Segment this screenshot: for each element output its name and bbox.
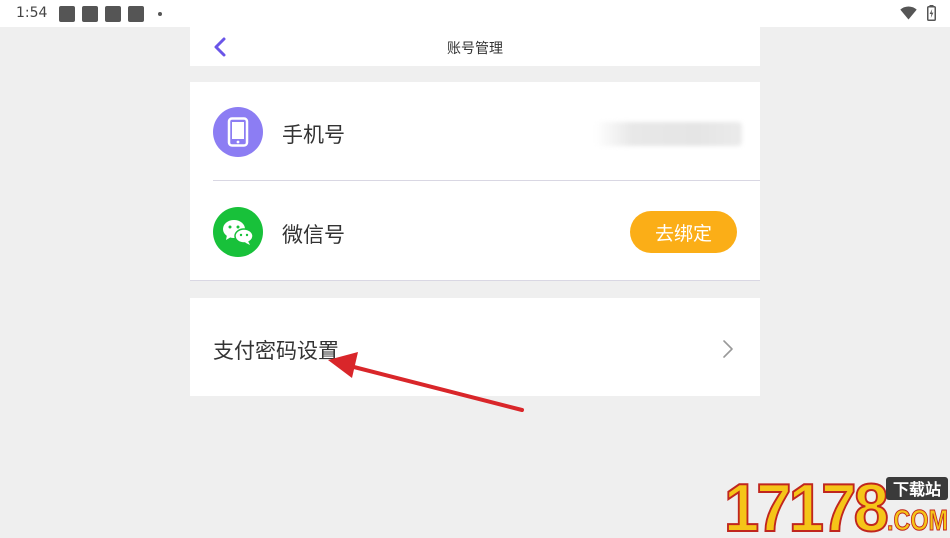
dot-icon	[158, 12, 162, 16]
notification-square-icon	[59, 6, 75, 22]
status-time: 1:54	[16, 5, 48, 21]
bound-accounts-card: 手机号 微信号 去绑定	[190, 82, 760, 281]
bind-wechat-button[interactable]: 去绑定	[630, 211, 737, 253]
row-divider	[190, 280, 760, 281]
phone-account-row[interactable]: 手机号	[190, 82, 760, 180]
notification-square-icon	[82, 6, 98, 22]
wechat-account-row: 微信号 去绑定	[190, 182, 760, 280]
payment-password-label: 支付密码设置	[213, 339, 339, 363]
phone-number-blurred	[595, 122, 742, 146]
app-header: 账号管理	[190, 27, 760, 66]
notification-icons	[59, 6, 162, 22]
notification-square-icon	[105, 6, 121, 22]
svg-text:.COM: .COM	[887, 505, 948, 534]
system-icons	[900, 5, 936, 21]
account-management-screen: 账号管理 手机号 微信号 去绑定 支付密码设置	[190, 27, 760, 534]
watermark-logo: 17178 下载站 .COM	[723, 469, 950, 538]
svg-text:17178: 17178	[724, 473, 887, 534]
wifi-icon	[900, 6, 917, 20]
payment-password-row[interactable]: 支付密码设置	[190, 298, 760, 396]
battery-charging-icon	[927, 5, 936, 21]
wechat-label: 微信号	[282, 223, 345, 247]
page-title: 账号管理	[447, 41, 503, 57]
row-divider	[213, 180, 760, 181]
smartphone-icon	[213, 107, 263, 157]
notification-square-icon	[128, 6, 144, 22]
phone-label: 手机号	[282, 123, 345, 147]
svg-text:下载站: 下载站	[893, 480, 941, 499]
chevron-right-icon	[723, 340, 733, 358]
wechat-icon	[213, 207, 263, 257]
status-bar: 1:54	[0, 0, 950, 27]
